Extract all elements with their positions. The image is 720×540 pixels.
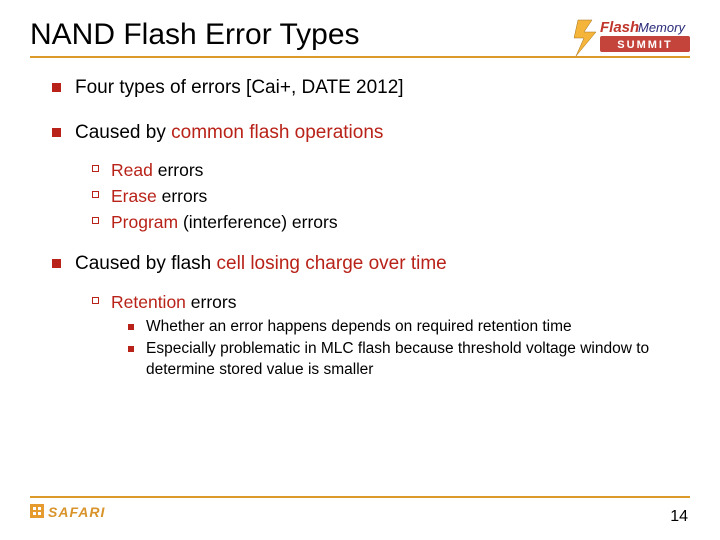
list-item: Caused by common flash operations	[52, 121, 680, 146]
bullet-text: Four types of errors [Cai+, DATE 2012]	[75, 76, 404, 101]
safari-logo: SAFARI	[30, 501, 122, 528]
svg-text:Flash: Flash	[600, 19, 639, 36]
accent-text: cell losing charge over time	[217, 253, 447, 274]
text: (interference) errors	[178, 212, 338, 232]
list-item: Caused by flash cell losing charge over …	[52, 252, 680, 277]
bullet-text: Caused by common flash operations	[75, 121, 383, 146]
text: errors	[157, 186, 208, 206]
text: Caused by	[75, 122, 171, 143]
list-item: Especially problematic in MLC flash beca…	[128, 339, 680, 381]
text: Caused by flash	[75, 253, 217, 274]
bullet-text: Especially problematic in MLC flash beca…	[146, 339, 680, 381]
page-title: NAND Flash Error Types	[30, 18, 360, 52]
footer-rule	[30, 496, 690, 498]
bullet-text: Whether an error happens depends on requ…	[146, 317, 572, 338]
accent-text: Erase	[111, 186, 157, 206]
text: errors	[186, 292, 237, 312]
content-area: Four types of errors [Cai+, DATE 2012] C…	[30, 58, 690, 381]
square-bullet-icon	[52, 128, 61, 137]
page-number: 14	[670, 508, 688, 526]
small-square-bullet-icon	[128, 346, 134, 352]
list-item: Retention errors	[92, 291, 680, 315]
hollow-square-bullet-icon	[92, 165, 99, 172]
svg-text:SUMMIT: SUMMIT	[617, 39, 672, 51]
slide: NAND Flash Error Types Flash Memory SUMM…	[0, 0, 720, 540]
hollow-square-bullet-icon	[92, 217, 99, 224]
small-square-bullet-icon	[128, 324, 134, 330]
accent-text: common flash operations	[171, 122, 383, 143]
bullet-text: Erase errors	[111, 185, 207, 209]
text: Four types of errors [Cai+, DATE 2012]	[75, 77, 404, 98]
list-item: Read errors	[92, 159, 680, 183]
bullet-text: Read errors	[111, 159, 203, 183]
hollow-square-bullet-icon	[92, 191, 99, 198]
text: errors	[153, 160, 204, 180]
svg-text:SAFARI: SAFARI	[48, 504, 105, 520]
sub-list: Retention errors Whether an error happen…	[92, 291, 680, 381]
bullet-text: Program (interference) errors	[111, 211, 338, 235]
square-bullet-icon	[52, 259, 61, 268]
hollow-square-bullet-icon	[92, 297, 99, 304]
accent-text: Retention	[111, 292, 186, 312]
accent-text: Program	[111, 212, 178, 232]
bullet-text: Caused by flash cell losing charge over …	[75, 252, 447, 277]
sub-list: Read errors Erase errors Program (interf…	[92, 159, 680, 234]
flash-memory-summit-logo: Flash Memory SUMMIT	[574, 18, 692, 65]
list-item: Whether an error happens depends on requ…	[128, 317, 680, 338]
svg-text:Memory: Memory	[638, 20, 686, 35]
sub-sub-list: Whether an error happens depends on requ…	[128, 317, 680, 382]
bullet-text: Retention errors	[111, 291, 236, 315]
square-bullet-icon	[52, 83, 61, 92]
list-item: Erase errors	[92, 185, 680, 209]
accent-text: Read	[111, 160, 153, 180]
list-item: Program (interference) errors	[92, 211, 680, 235]
list-item: Four types of errors [Cai+, DATE 2012]	[52, 76, 680, 101]
